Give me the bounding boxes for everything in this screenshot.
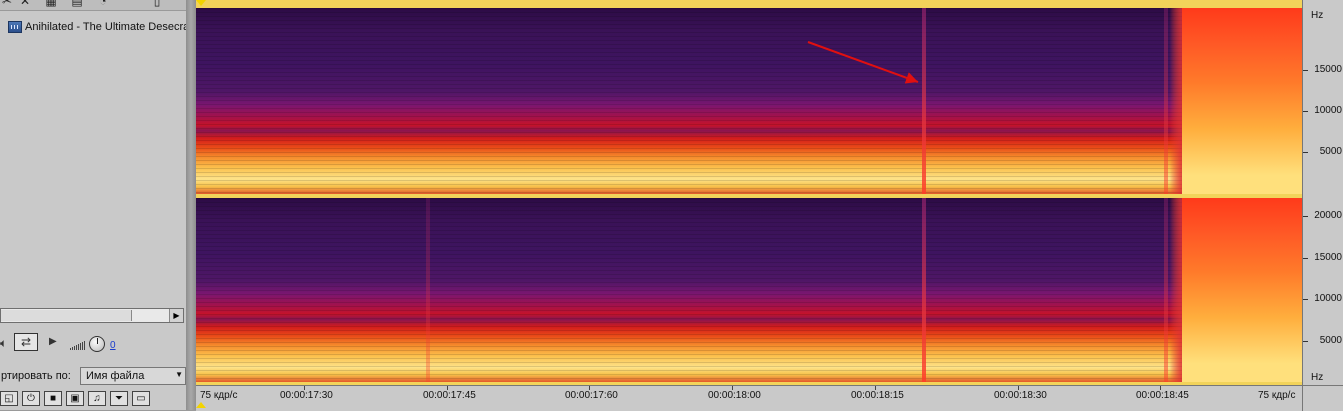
window-icon[interactable]: ▤ (70, 0, 84, 8)
power-icon[interactable]: ⏻ (22, 391, 40, 406)
playhead-bottom-marker[interactable] (196, 402, 206, 408)
freq-label: 20000 (1314, 210, 1342, 221)
film-icon[interactable]: ▣ (66, 391, 84, 406)
playhead-top-marker[interactable] (196, 0, 206, 6)
time-label: 00:00:17:60 (565, 390, 618, 401)
cut-icon[interactable]: ✂ (0, 0, 14, 8)
channel-2-spectrogram[interactable] (196, 198, 1302, 382)
play-icon[interactable]: ▶ (49, 336, 57, 347)
time-ruler[interactable]: 75 кдр/с 00:00:17:30 00:00:17:45 00:00:1… (196, 385, 1302, 411)
chevron-down-icon: ▼ (175, 370, 183, 379)
hz-unit-label: Hz (1311, 10, 1324, 21)
spectrogram-texture (196, 198, 1302, 382)
time-format-label: 75 кдр/с (1258, 390, 1296, 401)
hz-unit-label: Hz (1311, 372, 1324, 383)
freq-label: 10000 (1314, 105, 1342, 116)
transient-line (922, 198, 926, 382)
loop-icon[interactable]: ⇄ (14, 333, 38, 351)
volume-knob[interactable] (89, 336, 105, 352)
file-name: Anihilated - The Ultimate Desecra (25, 21, 186, 33)
noise-burst (1182, 198, 1302, 382)
time-label: 00:00:18:15 (851, 390, 904, 401)
speaker-icon[interactable]: 🔈︎ (0, 336, 7, 351)
freq-label: 15000 (1314, 252, 1342, 263)
time-label: 00:00:18:00 (708, 390, 761, 401)
bottom-toolbar: ◱ ⏻ ■ ▣ ♫ ⏷ ▭ (0, 391, 150, 406)
time-label: 00:00:18:45 (1136, 390, 1189, 401)
volume-value[interactable]: 0 (110, 340, 116, 351)
annotation-arrow (807, 41, 919, 84)
sort-row: ртировать по: Имя файла ▼ (0, 367, 186, 385)
document-icon[interactable]: ▯ (150, 0, 164, 8)
filter-icon[interactable]: ⏷ (110, 391, 128, 406)
time-label: 00:00:18:30 (994, 390, 1047, 401)
ruler-corner (1302, 385, 1343, 411)
freq-label: 5000 (1319, 146, 1342, 157)
horizontal-scrollbar[interactable]: ▶ (0, 308, 184, 323)
audio-file-icon (8, 21, 22, 33)
music-icon[interactable]: ♫ (88, 391, 106, 406)
transient-line (1164, 198, 1168, 382)
sort-dropdown-value: Имя файла (86, 370, 145, 382)
panel-toolbar: ✂ ✕ ▦ ▤ ◔ ▯ (0, 0, 186, 11)
grid-icon[interactable]: ▦ (44, 0, 58, 8)
volume-meter (70, 341, 85, 350)
spectral-frequency-display[interactable] (196, 0, 1302, 385)
file-panel: ✂ ✕ ▦ ▤ ◔ ▯ Anihilated - The Ultimate De… (0, 0, 187, 410)
file-list[interactable]: Anihilated - The Ultimate Desecra (0, 11, 186, 307)
sort-dropdown[interactable]: Имя файла ▼ (80, 367, 186, 385)
time-label: 00:00:17:30 (280, 390, 333, 401)
frequency-ruler: Hz 15000 10000 5000 20000 15000 10000 50… (1302, 0, 1343, 385)
transient-line (426, 198, 430, 382)
freq-label: 10000 (1314, 293, 1342, 304)
scrollbar-thumb[interactable] (1, 310, 132, 321)
time-label: 00:00:17:45 (423, 390, 476, 401)
view-icon[interactable]: ✕ (18, 0, 32, 8)
channel-1-spectrogram[interactable] (196, 8, 1302, 194)
clip-icon[interactable]: ▭ (132, 391, 150, 406)
time-format-label: 75 кдр/с (200, 390, 238, 401)
file-list-item[interactable]: Anihilated - The Ultimate Desecra (8, 19, 186, 35)
freq-label: 5000 (1319, 335, 1342, 346)
freq-label: 15000 (1314, 64, 1342, 75)
panel-splitter[interactable] (186, 0, 196, 410)
clock-icon[interactable]: ◔ (96, 0, 110, 8)
scroll-right-arrow-icon[interactable]: ▶ (169, 309, 183, 322)
stop-icon[interactable]: ■ (44, 391, 62, 406)
sort-label: ртировать по: (1, 370, 71, 382)
select-icon[interactable]: ◱ (0, 391, 18, 406)
